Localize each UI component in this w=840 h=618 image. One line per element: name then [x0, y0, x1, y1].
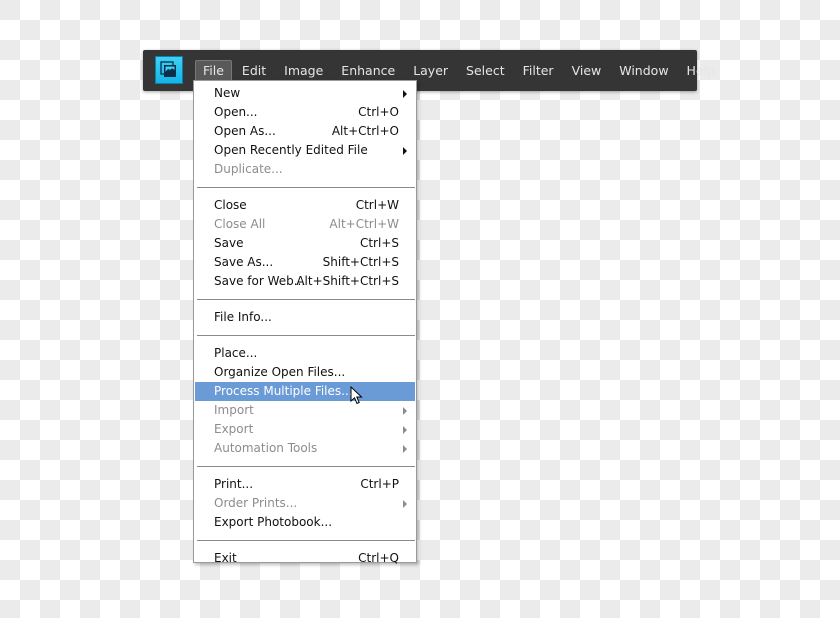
menu-item-organize-open-files[interactable]: Organize Open Files... [195, 363, 415, 382]
menu-item-open-recently-edited-file[interactable]: Open Recently Edited File [195, 141, 415, 160]
submenu-arrow-icon [403, 90, 407, 98]
menu-item-shortcut: Shift+Ctrl+S [322, 255, 399, 269]
menu-item-label: Save As... [214, 255, 274, 269]
menu-item-label: Open Recently Edited File [214, 143, 368, 157]
menu-item-shortcut: Ctrl+Q [358, 551, 399, 565]
menu-item-shortcut: Ctrl+W [355, 198, 399, 212]
submenu-arrow-icon [403, 426, 407, 434]
submenu-arrow-icon [403, 147, 407, 155]
menu-item-process-multiple-files[interactable]: Process Multiple Files... [195, 382, 415, 401]
menu-item-open[interactable]: Open... Ctrl+O [195, 103, 415, 122]
menu-item-label: Export [214, 422, 254, 436]
menu-item-open-as[interactable]: Open As... Alt+Ctrl+O [195, 122, 415, 141]
file-menu-dropdown: New Open... Ctrl+O Open As... Alt+Ctrl+O Open… [193, 80, 417, 565]
menu-item-label: Exit [214, 551, 237, 565]
menu-item-order-prints[interactable]: Order Prints... [195, 494, 415, 513]
menu-separator [197, 540, 415, 541]
menu-item-shortcut: Ctrl+O [358, 105, 399, 119]
menu-item-label: Close All [214, 217, 266, 231]
menu-item-label: Save [214, 236, 244, 250]
menu-help[interactable]: Help [679, 60, 724, 82]
menu-item-label: Open As... [214, 124, 276, 138]
menu-item-exit[interactable]: Exit Ctrl+Q [195, 549, 415, 568]
menu-item-label: Export Photobook... [214, 515, 333, 529]
menu-item-label: Save for Web... [214, 274, 306, 288]
menu-select[interactable]: Select [458, 60, 513, 82]
menu-item-close-all[interactable]: Close All Alt+Ctrl+W [195, 215, 415, 234]
menu-separator [197, 335, 415, 336]
menu-item-duplicate[interactable]: Duplicate... [195, 160, 415, 179]
menu-item-label: Duplicate... [214, 162, 283, 176]
menu-layer[interactable]: Layer [405, 60, 456, 82]
menu-item-new[interactable]: New [195, 84, 415, 103]
menu-item-close[interactable]: Close Ctrl+W [195, 196, 415, 215]
app-logo-icon[interactable] [155, 56, 183, 84]
menu-item-label: Order Prints... [214, 496, 298, 510]
menu-view[interactable]: View [564, 60, 610, 82]
menu-enhance[interactable]: Enhance [333, 60, 403, 82]
menu-separator [197, 299, 415, 300]
menu-item-shortcut: Alt+Ctrl+W [329, 217, 399, 231]
menu-image[interactable]: Image [276, 60, 331, 82]
menu-item-label: Print... [214, 477, 254, 491]
menu-item-label: Process Multiple Files... [214, 384, 353, 398]
menu-item-place[interactable]: Place... [195, 344, 415, 363]
menu-item-file-info[interactable]: File Info... [195, 308, 415, 327]
menu-item-label: Import [214, 403, 254, 417]
menu-filter[interactable]: Filter [515, 60, 562, 82]
submenu-arrow-icon [403, 500, 407, 508]
menu-item-automation-tools[interactable]: Automation Tools [195, 439, 415, 458]
menu-item-label: Close [214, 198, 247, 212]
menu-item-shortcut: Alt+Ctrl+O [331, 124, 399, 138]
menu-separator [197, 187, 415, 188]
menu-window[interactable]: Window [611, 60, 676, 82]
submenu-arrow-icon [403, 407, 407, 415]
mouse-pointer-icon [350, 386, 363, 405]
menu-item-export-photobook[interactable]: Export Photobook... [195, 513, 415, 532]
submenu-arrow-icon [403, 445, 407, 453]
menu-item-label: New [214, 86, 241, 100]
menu-item-label: Organize Open Files... [214, 365, 346, 379]
menu-edit[interactable]: Edit [234, 60, 274, 82]
menu-item-label: Place... [214, 346, 258, 360]
menu-item-shortcut: Ctrl+P [360, 477, 399, 491]
menu-item-save-for-web[interactable]: Save for Web... Alt+Shift+Ctrl+S [195, 272, 415, 291]
menu-item-label: Automation Tools [214, 441, 318, 455]
menu-item-print[interactable]: Print... Ctrl+P [195, 475, 415, 494]
menu-file[interactable]: File [195, 59, 232, 82]
menu-item-import[interactable]: Import [195, 401, 415, 420]
menu-item-save[interactable]: Save Ctrl+S [195, 234, 415, 253]
menu-item-export[interactable]: Export [195, 420, 415, 439]
menu-item-shortcut: Ctrl+S [359, 236, 399, 250]
menu-separator [197, 466, 415, 467]
menu-item-label: Open... [214, 105, 258, 119]
menu-item-save-as[interactable]: Save As... Shift+Ctrl+S [195, 253, 415, 272]
menu-item-label: File Info... [214, 310, 272, 324]
menu-item-shortcut: Alt+Shift+Ctrl+S [296, 274, 399, 288]
